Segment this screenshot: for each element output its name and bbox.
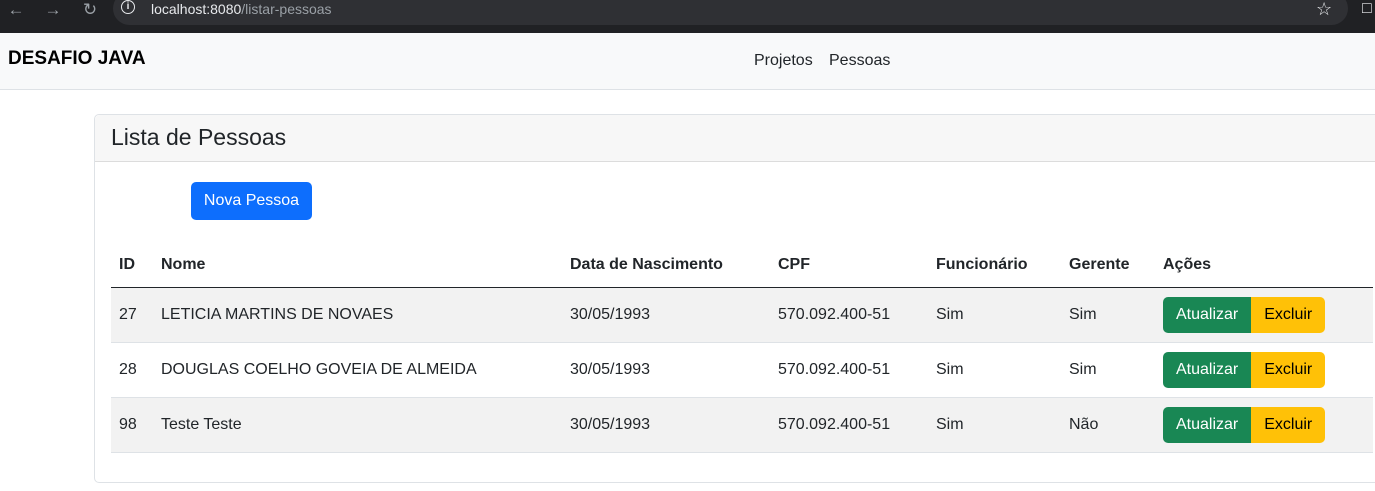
- reload-icon[interactable]: ↻: [80, 0, 100, 20]
- cell-nome: Teste Teste: [153, 397, 562, 453]
- cell-cpf: 570.092.400-51: [770, 287, 928, 343]
- cell-id: 28: [111, 342, 153, 398]
- back-icon[interactable]: ←: [6, 0, 26, 20]
- cell-funcionario: Sim: [928, 342, 1061, 398]
- cell-nome: DOUGLAS COELHO GOVEIA DE ALMEIDA: [153, 342, 562, 398]
- page-title: Lista de Pessoas: [111, 124, 287, 150]
- people-card: Lista de Pessoas Nova Pessoa ID Nome Dat…: [94, 114, 1375, 483]
- cell-id: 98: [111, 397, 153, 453]
- url-host: localhost:8080: [151, 1, 242, 17]
- update-button[interactable]: Atualizar: [1163, 407, 1252, 443]
- cell-gerente: Sim: [1061, 342, 1155, 398]
- cell-acoes: Atualizar Excluir: [1155, 397, 1373, 453]
- table-row: 98 Teste Teste 30/05/1993 570.092.400-51…: [111, 397, 1373, 453]
- delete-button[interactable]: Excluir: [1251, 407, 1326, 443]
- update-button[interactable]: Atualizar: [1163, 352, 1252, 388]
- cell-cpf: 570.092.400-51: [770, 342, 928, 398]
- top-navbar: DESAFIO JAVA Projetos Pessoas: [0, 33, 1375, 90]
- cell-gerente: Não: [1061, 397, 1155, 453]
- cell-nascimento: 30/05/1993: [562, 287, 770, 343]
- cell-funcionario: Sim: [928, 287, 1061, 343]
- col-header-cpf: CPF: [770, 243, 928, 288]
- row-actions: Atualizar Excluir: [1163, 297, 1365, 333]
- cell-acoes: Atualizar Excluir: [1155, 342, 1373, 398]
- url-path: /listar-pessoas: [241, 1, 332, 17]
- col-header-acoes: Ações: [1155, 243, 1373, 288]
- address-bar[interactable]: i localhost:8080/listar-pessoas: [113, 0, 1348, 25]
- col-header-funcionario: Funcionário: [928, 243, 1061, 288]
- cell-cpf: 570.092.400-51: [770, 397, 928, 453]
- cell-nascimento: 30/05/1993: [562, 342, 770, 398]
- cell-acoes: Atualizar Excluir: [1155, 287, 1373, 343]
- row-actions: Atualizar Excluir: [1163, 407, 1365, 443]
- forward-icon[interactable]: →: [43, 0, 63, 20]
- cell-id: 27: [111, 287, 153, 343]
- brand-logo[interactable]: DESAFIO JAVA: [8, 48, 146, 70]
- url-text[interactable]: localhost:8080/listar-pessoas: [151, 1, 332, 17]
- col-header-nome: Nome: [153, 243, 562, 288]
- table-header-row: ID Nome Data de Nascimento CPF Funcionár…: [111, 243, 1373, 288]
- card-header: Lista de Pessoas: [95, 115, 1375, 162]
- delete-button[interactable]: Excluir: [1251, 352, 1326, 388]
- cell-funcionario: Sim: [928, 397, 1061, 453]
- info-icon[interactable]: i: [121, 0, 135, 14]
- people-table: ID Nome Data de Nascimento CPF Funcionár…: [111, 243, 1373, 453]
- col-header-nascimento: Data de Nascimento: [562, 243, 770, 288]
- cell-gerente: Sim: [1061, 287, 1155, 343]
- col-header-gerente: Gerente: [1061, 243, 1155, 288]
- row-actions: Atualizar Excluir: [1163, 352, 1365, 388]
- new-person-button[interactable]: Nova Pessoa: [191, 182, 312, 220]
- nav-link-projetos[interactable]: Projetos: [754, 51, 813, 70]
- update-button[interactable]: Atualizar: [1163, 297, 1252, 333]
- star-icon[interactable]: ☆: [1316, 0, 1332, 19]
- delete-button[interactable]: Excluir: [1251, 297, 1326, 333]
- extensions-icon[interactable]: □: [1362, 0, 1372, 19]
- col-header-id: ID: [111, 243, 153, 288]
- cell-nascimento: 30/05/1993: [562, 397, 770, 453]
- nav-link-pessoas[interactable]: Pessoas: [829, 51, 890, 70]
- table-row: 27 LETICIA MARTINS DE NOVAES 30/05/1993 …: [111, 287, 1373, 343]
- browser-toolbar: ← → ↻ i localhost:8080/listar-pessoas ☆ …: [0, 0, 1375, 33]
- table-row: 28 DOUGLAS COELHO GOVEIA DE ALMEIDA 30/0…: [111, 342, 1373, 398]
- cell-nome: LETICIA MARTINS DE NOVAES: [153, 287, 562, 343]
